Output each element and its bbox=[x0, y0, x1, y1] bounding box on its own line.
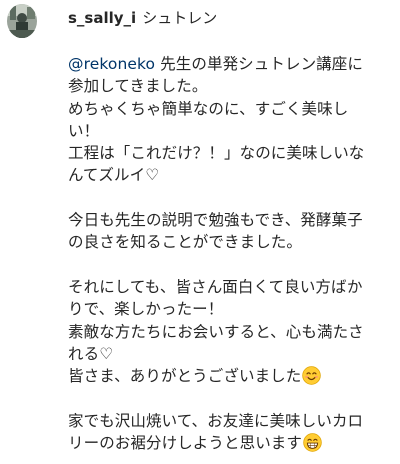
avatar[interactable] bbox=[7, 4, 37, 38]
comment-line-8: 今日も先生の説明で勉強もでき、発酵菓子 bbox=[68, 211, 363, 230]
comment-line-blank-2 bbox=[68, 254, 390, 276]
comment-line-text: 先生の単発シュトレン講座に bbox=[155, 55, 363, 73]
username-link[interactable]: s_sally_i bbox=[68, 9, 136, 27]
display-name: シュトレン bbox=[142, 9, 218, 27]
comment-line-1: @rekoneko 先生の単発シュトレン講座に bbox=[68, 53, 390, 75]
comment-line-blank-3 bbox=[68, 387, 390, 409]
comment-body: @rekoneko 先生の単発シュトレン講座に 参加してきました。 めちゃくちゃ… bbox=[68, 53, 390, 454]
avatar-image bbox=[7, 4, 37, 38]
comment-line-2: 参加してきました。 bbox=[68, 77, 208, 96]
comment-line-12: りで、楽しかったー！ bbox=[68, 300, 224, 319]
comment-line-3: めちゃくちゃ簡単なのに、すごく美味し bbox=[68, 99, 349, 118]
smiling-face-emoji-icon bbox=[302, 366, 322, 385]
comment-line-9: の良さを知ることができました。 bbox=[68, 233, 303, 252]
comment-line-5: 工程は「これだけ？！」なのに美味しいな bbox=[68, 144, 365, 163]
comment-line-blank-1 bbox=[68, 187, 390, 209]
comment-line-4: い！ bbox=[68, 121, 100, 140]
comment-line-17: 家でも沢山焼いて、お友達に美味しいカロ bbox=[68, 411, 364, 430]
comment-line-14: れる♡ bbox=[68, 344, 114, 363]
comment-line-18: リーのお裾分けしようと思います bbox=[68, 432, 390, 454]
comment-line-15: 皆さま、ありがとうございました bbox=[68, 365, 390, 387]
comment-line-13: 素敵な方たちにお会いすると、心も満たさ bbox=[68, 322, 364, 341]
comment-line-6: んてズルイ♡ bbox=[68, 166, 160, 185]
grinning-face-emoji-icon bbox=[303, 433, 322, 452]
mention-link[interactable]: @rekoneko bbox=[68, 55, 155, 73]
comment-line-text: 皆さま、ありがとうございました bbox=[68, 367, 302, 386]
comment: s_sally_i シュトレン @rekoneko 先生の単発シュトレン講座に 参… bbox=[0, 0, 400, 464]
comment-line-11: それにしても、皆さん面白くて良い方ばか bbox=[68, 277, 363, 296]
comment-line-text: リーのお裾分けしようと思います bbox=[68, 434, 303, 453]
comment-header: s_sally_i シュトレン bbox=[68, 7, 217, 29]
